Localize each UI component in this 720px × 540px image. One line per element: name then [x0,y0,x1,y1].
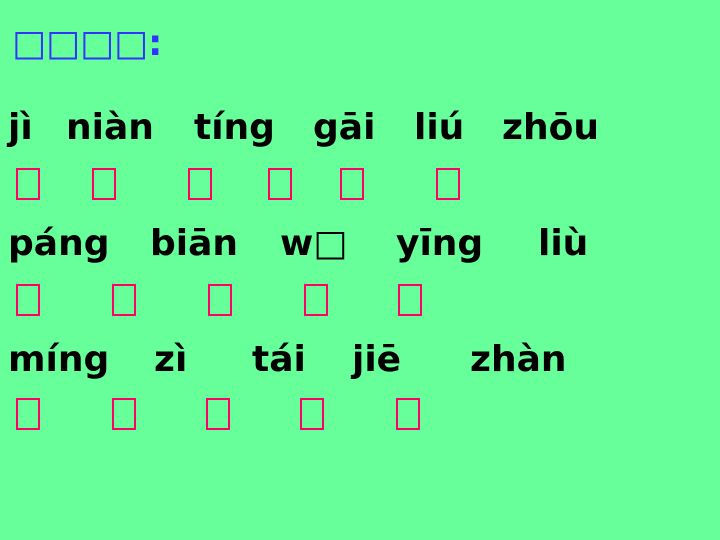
pinyin-word: liù [538,223,589,264]
character-box [16,284,40,316]
pinyin-word: liú [414,107,465,148]
pinyin-row-2: páng biān w□ yīng liù [0,222,720,266]
character-box [16,398,40,430]
char-box-row-2 [0,284,720,328]
character-box [16,168,40,200]
char-box-row-1 [0,168,720,212]
pinyin-row-1: jì niàn tíng gāi liú zhōu [0,106,720,150]
pinyin-word: yīng [396,223,484,264]
character-box [206,398,230,430]
pinyin-word: niàn [66,107,154,148]
pinyin-word: jiē [352,339,402,380]
pinyin-word: míng [8,339,110,380]
character-box [188,168,212,200]
pinyin-word: biān [150,223,239,264]
pinyin-word: zhōu [502,107,599,148]
pinyin-word: páng [8,223,110,264]
pinyin-word: gāi [313,107,376,148]
pinyin-word: w□ [280,223,348,264]
character-box [436,168,460,200]
character-box [396,398,420,430]
character-box [340,168,364,200]
pinyin-word: zì [154,339,188,380]
character-box [398,284,422,316]
character-box [208,284,232,316]
pinyin-word: tái [252,339,306,380]
character-box [300,398,324,430]
character-box [112,284,136,316]
character-box [268,168,292,200]
character-box [304,284,328,316]
character-box [92,168,116,200]
character-box [112,398,136,430]
pinyin-word: zhàn [470,339,567,380]
pinyin-word: tíng [194,107,275,148]
char-box-row-3 [0,398,720,442]
pinyin-word: jì [8,107,33,148]
page-title: □□□□: [12,23,163,64]
pinyin-row-3: míng zì tái jiē zhàn [0,338,720,382]
